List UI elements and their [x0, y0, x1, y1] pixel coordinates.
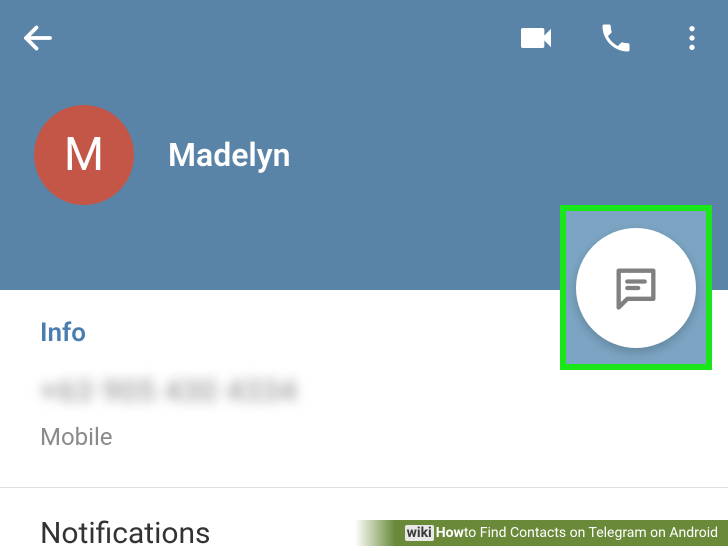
brand-wiki: wiki [405, 525, 434, 541]
caption-bar: wikiHow to Find Contacts on Telegram on … [355, 520, 728, 546]
brand-how: How [436, 525, 464, 541]
highlight-box [560, 205, 712, 370]
avatar[interactable]: M [34, 105, 134, 205]
message-fab[interactable] [576, 228, 696, 348]
caption-text: to Find Contacts on Telegram on Android [464, 525, 718, 541]
contact-name: Madelyn [168, 136, 291, 174]
video-icon [516, 18, 556, 58]
phone-icon [598, 20, 634, 56]
phone-label: Mobile [40, 423, 688, 451]
back-button[interactable] [20, 20, 56, 60]
toolbar [0, 0, 728, 80]
menu-button[interactable] [676, 22, 708, 58]
phone-number[interactable]: +63 905 430 4334 [40, 374, 688, 409]
video-call-button[interactable] [516, 18, 556, 62]
more-vert-icon [676, 22, 708, 54]
arrow-left-icon [20, 20, 56, 56]
voice-call-button[interactable] [598, 20, 634, 60]
divider [0, 487, 728, 488]
chat-icon [610, 262, 662, 314]
